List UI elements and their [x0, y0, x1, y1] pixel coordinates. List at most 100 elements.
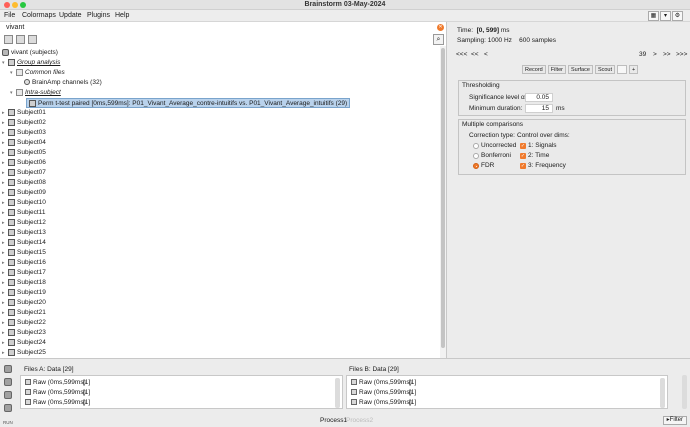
multiple-comparisons-title: Multiple comparisons	[462, 121, 524, 128]
channel-icon	[24, 79, 30, 86]
search-input[interactable]: vivant	[6, 24, 24, 31]
tree-subject[interactable]: ▸ Subject19	[2, 288, 46, 298]
functional-view-icon[interactable]	[16, 35, 25, 44]
tree-group-analysis[interactable]: ▾ Group analysis	[2, 58, 60, 68]
tree-subject[interactable]: ▸ Subject14	[2, 238, 46, 248]
nav-first-button[interactable]: <<<	[456, 51, 467, 58]
tree-subject[interactable]: ▸ Subject08	[2, 178, 46, 188]
files-b-list[interactable]: Raw (0ms,599ms) [1] Raw (0ms,599ms) [1] Ra…	[346, 375, 668, 409]
label-time: 2: Time	[528, 152, 550, 159]
search-icon[interactable]: ⌕	[433, 34, 444, 45]
menu-plugins[interactable]: Plugins	[87, 12, 110, 19]
properties-panel: Time: [0, 599] ms Sampling: 1000 Hz 600 …	[452, 22, 690, 358]
files-b-row[interactable]: Raw (0ms,599ms) [1]	[351, 388, 416, 397]
tree-subject[interactable]: ▸ Subject12	[2, 218, 46, 228]
tab-add[interactable]: +	[629, 65, 639, 74]
tree-root[interactable]: vivant (subjects)	[2, 48, 58, 58]
files-a-row[interactable]: Raw (0ms,599ms) [1]	[25, 388, 90, 397]
tab-scout[interactable]: Scout	[594, 65, 616, 74]
files-b-scrollbar[interactable]	[660, 378, 665, 408]
run-button[interactable]: RUN	[3, 420, 13, 425]
layout-icon[interactable]: ▦	[648, 11, 659, 21]
menu-update[interactable]: Update	[59, 12, 82, 19]
anatomy-view-icon[interactable]	[28, 35, 37, 44]
sources-type-icon[interactable]	[4, 378, 12, 386]
files-outer-scrollbar[interactable]	[682, 375, 687, 409]
files-a-row[interactable]: Raw (0ms,599ms) [1]	[25, 398, 90, 407]
radio-uncorrected[interactable]	[473, 143, 479, 149]
tab-filter[interactable]: Filter	[547, 65, 566, 74]
tree-channels[interactable]: BrainAmp channels (32)	[24, 78, 102, 88]
tree-scroll-thumb[interactable]	[441, 48, 445, 348]
nav-next2-button[interactable]: >>	[663, 51, 671, 58]
tree-subject[interactable]: ▸ Subject24	[2, 338, 46, 348]
label-signals: 1: Signals	[528, 142, 557, 149]
process2-tab[interactable]: Process2	[346, 416, 373, 425]
tree-scrollbar[interactable]	[440, 46, 446, 358]
nav-prev-button[interactable]: <	[484, 51, 488, 58]
tree-subject[interactable]: ▸ Subject10	[2, 198, 46, 208]
subject-icon	[8, 298, 15, 306]
tree-subject[interactable]: ▸ Subject16	[2, 258, 46, 268]
tools-icon[interactable]: ⚙	[672, 11, 683, 21]
tree-intra-subject[interactable]: ▾ Intra-subject	[10, 88, 61, 98]
tree-subject[interactable]: ▸ Subject11	[2, 208, 45, 218]
files-a-title: Files A: Data [29]	[24, 366, 74, 373]
tree-subject[interactable]: ▸ Subject25	[2, 348, 46, 358]
checkbox-signals[interactable]: ✓	[520, 143, 526, 149]
process1-tab[interactable]: Process1	[320, 416, 347, 425]
nav-next-button[interactable]: >	[653, 51, 657, 58]
duration-unit: ms	[556, 105, 565, 112]
tree-subject[interactable]: ▸ Subject22	[2, 318, 46, 328]
matrix-type-icon[interactable]	[4, 404, 12, 412]
tree-subject[interactable]: ▸ Subject04	[2, 138, 46, 148]
tree-subject[interactable]: ▸ Subject01	[2, 108, 46, 118]
tab-record[interactable]: Record	[522, 65, 546, 74]
layout-dropdown-icon[interactable]: ▾	[660, 11, 671, 21]
radio-bonferroni[interactable]	[473, 153, 479, 159]
files-b-row[interactable]: Raw (0ms,599ms) [1]	[351, 398, 416, 407]
tree-subject[interactable]: ▸ Subject06	[2, 158, 46, 168]
tree-subject[interactable]: ▸ Subject15	[2, 248, 46, 258]
tree-subject[interactable]: ▸ Subject17	[2, 268, 46, 278]
filter-button[interactable]: ▸Filter	[662, 416, 687, 425]
tree-subject[interactable]: ▸ Subject05	[2, 148, 46, 158]
checkbox-frequency[interactable]: ✓	[520, 163, 526, 169]
menu-help[interactable]: Help	[115, 12, 129, 19]
significance-input[interactable]: 0.05	[525, 93, 553, 102]
tab-surface[interactable]: Surface	[567, 65, 593, 74]
files-a-row[interactable]: Raw (0ms,599ms) [1]	[25, 378, 90, 387]
duration-input[interactable]: 15	[525, 104, 553, 113]
tab-blank[interactable]	[617, 65, 628, 74]
subject-icon	[8, 238, 15, 246]
tree-subject[interactable]: ▸ Subject18	[2, 278, 46, 288]
nav-last-button[interactable]: >>>	[676, 51, 687, 58]
subject-icon	[8, 198, 15, 206]
clear-search-icon[interactable]: ✕	[437, 24, 444, 31]
menu-file[interactable]: File	[4, 12, 15, 19]
files-a-scrollbar[interactable]	[335, 378, 340, 408]
menu-colormaps[interactable]: Colormaps	[22, 12, 56, 19]
subject-icon	[8, 278, 15, 286]
checkbox-time[interactable]: ✓	[520, 153, 526, 159]
tree-subject[interactable]: ▸ Subject03	[2, 128, 46, 138]
tree-subject[interactable]: ▸ Subject09	[2, 188, 46, 198]
data-file-icon	[25, 379, 31, 386]
tree-subject[interactable]: ▸ Subject02	[2, 118, 46, 128]
tree-common-files[interactable]: ▾ Common files	[10, 68, 65, 78]
database-icon[interactable]	[4, 35, 13, 44]
data-type-icon[interactable]	[4, 365, 12, 373]
search-bar[interactable]: vivant ✕	[2, 23, 444, 33]
tree-subject[interactable]: ▸ Subject21	[2, 308, 46, 318]
files-a-list[interactable]: Raw (0ms,599ms) [1] Raw (0ms,599ms) [1] Ra…	[20, 375, 343, 409]
timefreq-type-icon[interactable]	[4, 391, 12, 399]
tree-subject[interactable]: ▸ Subject07	[2, 168, 46, 178]
nav-prev2-button[interactable]: <<	[471, 51, 479, 58]
tree-selected-stat-file[interactable]: Perm t-test paired [0ms,599ms]: P01_Viva…	[26, 98, 351, 108]
protocol-icon	[2, 48, 9, 56]
radio-fdr[interactable]	[473, 163, 479, 169]
tree-subject[interactable]: ▸ Subject23	[2, 328, 46, 338]
tree-subject[interactable]: ▸ Subject20	[2, 298, 46, 308]
tree-subject[interactable]: ▸ Subject13	[2, 228, 46, 238]
files-b-row[interactable]: Raw (0ms,599ms) [1]	[351, 378, 416, 387]
